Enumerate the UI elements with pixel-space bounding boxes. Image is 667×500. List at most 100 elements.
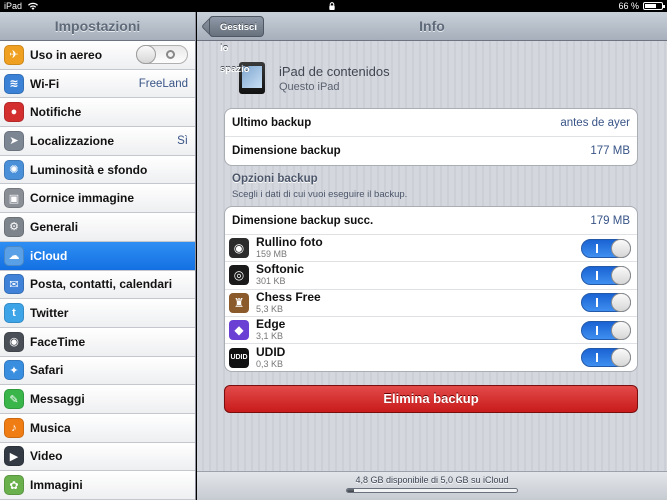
- safari-icon: ✦: [4, 360, 24, 381]
- sidebar-title: Impostazioni: [0, 12, 195, 41]
- last-backup-label: Ultimo backup: [232, 116, 312, 129]
- video-icon: ▶: [4, 446, 24, 467]
- next-backup-size-row: Dimensione backup succ. 179 MB: [225, 207, 637, 235]
- app-backup-toggle[interactable]: [581, 348, 631, 368]
- music-icon: ♪: [4, 417, 24, 438]
- backup-info-group: Ultimo backup antes de ayer Dimensione b…: [224, 108, 638, 166]
- cloud-icon: ☁: [4, 245, 24, 266]
- messages-icon: ✎: [4, 389, 24, 410]
- toggle-on-glyph: [596, 243, 598, 253]
- wifi-icon: ≋: [4, 73, 24, 94]
- battery-icon: [643, 2, 665, 10]
- sidebar-item-label: iCloud: [30, 248, 68, 263]
- sidebar-item-luminosit-e-sfondo[interactable]: ✺ Luminosità e sfondo: [0, 155, 195, 185]
- airplane-mode-toggle[interactable]: [136, 45, 188, 65]
- battery-percentage: 66 %: [618, 1, 639, 11]
- toggle-off-glyph: [166, 50, 175, 60]
- sidebar-item-value: FreeLand: [138, 77, 188, 90]
- sidebar-item-generali[interactable]: ⚙ Generali: [0, 213, 195, 242]
- brightness-icon: ✺: [4, 159, 24, 180]
- app-size: 301 KB: [256, 276, 286, 287]
- notifications-icon: ●: [4, 102, 24, 123]
- backup-app-row: ◎ Softonic 301 KB: [225, 262, 637, 290]
- sidebar-item-localizzazione[interactable]: ➤ Localizzazione Sì: [0, 127, 195, 156]
- backup-app-row: ◆ Edge 3,1 KB: [225, 317, 637, 345]
- app-name: UDID: [256, 344, 286, 359]
- device-name: iPad de contenidos: [279, 63, 390, 79]
- toggle-on-glyph: [596, 325, 598, 335]
- sidebar-item-label: Localizzazione: [30, 133, 115, 148]
- location-icon: ➤: [4, 130, 24, 151]
- toggle-on-glyph: [596, 353, 598, 363]
- storage-bar: 4,8 GB disponibile di 5,0 GB su iCloud: [197, 471, 667, 500]
- sidebar-item-label: Posta, contatti, calendari: [30, 277, 173, 292]
- sidebar-item-label: Notifiche: [30, 105, 82, 120]
- sidebar-item-wi-fi[interactable]: ≋ Wi-Fi FreeLand: [0, 69, 195, 99]
- storage-meter: [346, 488, 518, 493]
- backup-options-subtitle: Scegli i dati di cui vuoi eseguire il ba…: [232, 189, 408, 200]
- toggle-knob: [611, 265, 631, 285]
- app-name: Softonic: [256, 262, 304, 277]
- wifi-signal-icon: [28, 2, 39, 10]
- sidebar-item-icloud[interactable]: ☁ iCloud: [0, 241, 195, 271]
- delete-backup-button[interactable]: Elimina backup: [224, 385, 638, 413]
- sidebar-item-label: Musica: [30, 420, 71, 435]
- toggle-on-glyph: [596, 298, 598, 308]
- backup-app-row: UDID UDID 0,3 KB: [225, 344, 637, 371]
- app-name: Edge: [256, 317, 286, 332]
- edge-icon: ◆: [229, 320, 249, 341]
- app-backup-toggle[interactable]: [581, 320, 631, 340]
- mail-icon: ✉: [4, 274, 24, 295]
- app-backup-toggle[interactable]: [581, 265, 631, 285]
- page-title: Info: [419, 18, 445, 34]
- sidebar-item-cornice-immagine[interactable]: ▣ Cornice immagine: [0, 184, 195, 214]
- back-button[interactable]: Gestisci lo spazio: [209, 16, 264, 75]
- backup-options-title: Opzioni backup: [232, 173, 318, 185]
- facetime-icon: ◉: [4, 331, 24, 352]
- sidebar-item-messaggi[interactable]: ✎ Messaggi: [0, 385, 195, 414]
- sidebar-item-value: Sì: [177, 134, 188, 147]
- backup-options-group: Dimensione backup succ. 179 MB ◉ Rullino …: [224, 206, 638, 373]
- app-size: 0,3 KB: [256, 358, 284, 369]
- toggle-knob: [136, 45, 156, 65]
- app-size: 5,3 KB: [256, 303, 284, 314]
- last-backup-value: antes de ayer: [560, 116, 630, 129]
- settings-sidebar: Impostazioni ✈ Uso in aereo ≋ Wi-Fi FreeLand…: [0, 12, 196, 500]
- navbar: Gestisci lo spazio Info: [197, 12, 667, 75]
- sidebar-item-safari[interactable]: ✦ Safari: [0, 356, 195, 386]
- sidebar-item-label: FaceTime: [30, 334, 86, 349]
- toggle-on-glyph: [596, 270, 598, 280]
- toggle-knob: [611, 348, 631, 368]
- sidebar-item-label: Generali: [30, 219, 79, 234]
- sidebar-item-label: Messaggi: [30, 392, 85, 407]
- app-backup-toggle[interactable]: [581, 293, 631, 313]
- backup-size-value: 177 MB: [590, 145, 630, 157]
- airplane-icon: ✈: [4, 44, 24, 65]
- lock-icon: [329, 2, 335, 10]
- backup-app-row: ◉ Rullino foto 159 MB: [225, 235, 637, 263]
- sidebar-item-posta-contatti-calendari[interactable]: ✉ Posta, contatti, calendari: [0, 270, 195, 300]
- storage-text: 4,8 GB disponibile di 5,0 GB su iCloud: [355, 475, 509, 485]
- sidebar-item-notifiche[interactable]: ● Notifiche: [0, 98, 195, 128]
- backup-app-row: ♜ Chess Free 5,3 KB: [225, 290, 637, 317]
- backup-size-row: Dimensione backup 177 MB: [225, 137, 637, 165]
- sidebar-list: ✈ Uso in aereo ≋ Wi-Fi FreeLand ● Notifiche ➤ Lo…: [0, 41, 195, 500]
- status-bar: iPad 66 %: [0, 0, 667, 12]
- storage-meter-fill: [347, 489, 354, 492]
- sidebar-item-facetime[interactable]: ◉ FaceTime: [0, 327, 195, 357]
- sidebar-item-twitter[interactable]: t Twitter: [0, 299, 195, 328]
- device-subtitle: Questo iPad: [279, 80, 340, 93]
- app-backup-toggle[interactable]: [581, 238, 631, 258]
- sidebar-item-label: Video: [30, 449, 63, 464]
- app-name: Rullino foto: [256, 235, 323, 250]
- sidebar-item-video[interactable]: ▶ Video: [0, 442, 195, 472]
- picture-frame-icon: ▣: [4, 188, 24, 209]
- sidebar-item-musica[interactable]: ♪ Musica: [0, 413, 195, 443]
- camera-roll-icon: ◉: [229, 238, 249, 259]
- gear-icon: ⚙: [4, 216, 24, 237]
- toggle-knob: [611, 293, 631, 313]
- backup-size-label: Dimensione backup: [232, 145, 341, 157]
- sidebar-item-immagini[interactable]: ✿ Immagini: [0, 471, 195, 500]
- last-backup-row: Ultimo backup antes de ayer: [225, 109, 637, 137]
- sidebar-item-uso-in-aereo[interactable]: ✈ Uso in aereo: [0, 41, 195, 70]
